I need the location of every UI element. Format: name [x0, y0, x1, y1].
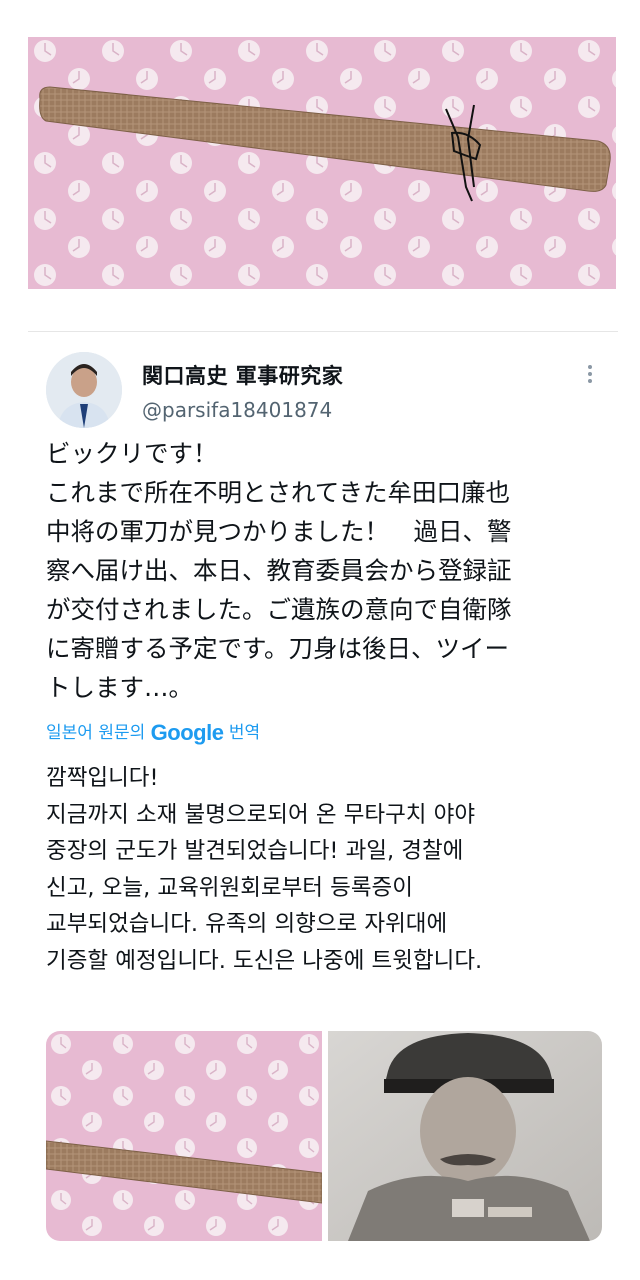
avatar[interactable] — [46, 352, 122, 428]
translation-suffix: 번역 — [228, 723, 261, 743]
media-sword-photo[interactable] — [46, 1031, 322, 1241]
tweet-text-original: ビックリです！ これまで所在不明とされてきた牟田口廉也 中将の軍刀が見つかりまし… — [46, 439, 512, 702]
media-grid — [46, 1031, 602, 1241]
media-portrait-photo[interactable] — [328, 1031, 602, 1241]
section-divider — [28, 331, 618, 332]
author-handle[interactable]: @parsifa18401874 — [142, 398, 332, 422]
tweet-text-translated: 깜짝입니다! 지금까지 소재 불명으로되어 온 무타구치 야야 중장의 군도가 … — [46, 765, 483, 974]
translation-prefix: 일본어 원문의 — [46, 723, 146, 743]
sword-photo-top — [28, 37, 616, 289]
google-logo: Google — [150, 720, 224, 745]
more-options-icon[interactable] — [582, 362, 598, 388]
translation-link[interactable]: 일본어 원문의 Google 번역 — [46, 718, 260, 746]
author-display-name[interactable]: 関口高史 軍事研究家 — [142, 360, 343, 390]
